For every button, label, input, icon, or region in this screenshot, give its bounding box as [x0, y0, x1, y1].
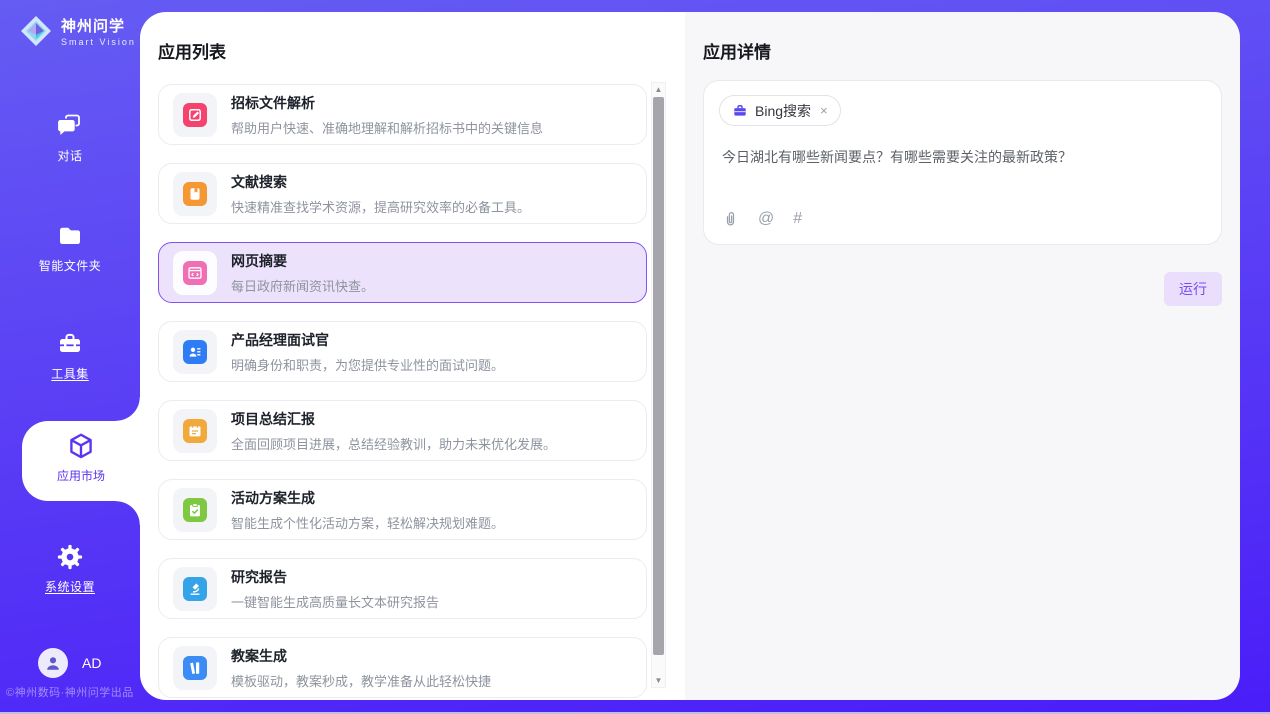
sidebar-item-app-market-selected[interactable]: 应用市场 — [22, 421, 140, 501]
app-list: 招标文件解析 帮助用户快速、准确地理解和解析招标书中的关键信息 文献搜索 快速精… — [158, 84, 647, 700]
brand-tagline: Smart Vision — [61, 37, 136, 47]
app-icon-tile — [173, 567, 217, 611]
chat-icon — [56, 112, 84, 140]
app-icon-tile — [173, 488, 217, 532]
prompt-card: Bing搜索 × 今日湖北有哪些新闻要点？有哪些需要关注的最新政策？ @ # — [703, 80, 1222, 245]
app-card-lesson-plan[interactable]: 教案生成 模板驱动，教案秒成，教学准备从此轻松快捷 — [158, 637, 647, 698]
mention-icon[interactable]: @ — [758, 210, 774, 228]
app-name: 活动方案生成 — [231, 488, 504, 508]
cube-icon — [66, 431, 96, 463]
tool-chip-bing-search[interactable]: Bing搜索 × — [719, 95, 841, 126]
scroll-down-icon[interactable]: ▼ — [652, 674, 665, 687]
app-desc: 每日政府新闻资讯快查。 — [231, 276, 374, 295]
prompt-input[interactable]: 今日湖北有哪些新闻要点？有哪些需要关注的最新政策？ — [722, 147, 1205, 167]
hash-icon[interactable]: # — [793, 210, 802, 228]
tool-chip-label: Bing搜索 — [755, 101, 811, 121]
books-icon — [183, 656, 207, 680]
run-button[interactable]: 运行 — [1164, 272, 1222, 306]
sidebar-item-label: 智能文件夹 — [39, 259, 102, 273]
app-icon-tile — [173, 409, 217, 453]
app-card-web-summary[interactable]: 网页摘要 每日政府新闻资讯快查。 — [158, 242, 647, 303]
app-detail-title: 应用详情 — [703, 38, 771, 63]
research-icon — [183, 577, 207, 601]
app-name: 招标文件解析 — [231, 93, 543, 113]
app-icon-tile — [173, 330, 217, 374]
report-note-icon — [183, 419, 207, 443]
app-name: 教案生成 — [231, 646, 491, 666]
app-icon-tile — [173, 172, 217, 216]
composer-toolbar: @ # — [722, 209, 802, 228]
app-desc: 明确身份和职责，为您提供专业性的面试问题。 — [231, 355, 504, 374]
chip-close-icon[interactable]: × — [820, 103, 828, 118]
sidebar-item-label: 工具集 — [51, 367, 89, 381]
sidebar-item-chat[interactable]: 对话 — [0, 112, 140, 165]
app-card-pm-interviewer[interactable]: 产品经理面试官 明确身份和职责，为您提供专业性的面试问题。 — [158, 321, 647, 382]
copyright-footer: ©神州数码·神州问学出品 — [6, 684, 134, 700]
folder-icon — [56, 222, 84, 250]
app-name: 网页摘要 — [231, 251, 374, 271]
tab-curve-bottom — [116, 501, 140, 525]
app-icon-tile — [173, 93, 217, 137]
main-content: 应用列表 招标文件解析 帮助用户快速、准确地理解和解析招标书中的关键信息 — [140, 12, 1240, 700]
sidebar-item-label: 对话 — [57, 149, 82, 163]
app-card-literature-search[interactable]: 文献搜索 快速精准查找学术资源，提高研究效率的必备工具。 — [158, 163, 647, 224]
app-card-bid-parsing[interactable]: 招标文件解析 帮助用户快速、准确地理解和解析招标书中的关键信息 — [158, 84, 647, 145]
sidebar-item-label: 应用市场 — [57, 469, 105, 483]
app-card-project-summary[interactable]: 项目总结汇报 全面回顾项目进展，总结经验教训，助力未来优化发展。 — [158, 400, 647, 461]
scrollbar-thumb[interactable] — [653, 97, 664, 655]
user-account[interactable]: AD — [38, 648, 101, 678]
app-desc: 一键智能生成高质量长文本研究报告 — [231, 592, 439, 611]
scroll-up-icon[interactable]: ▲ — [652, 83, 665, 96]
user-name: AD — [82, 655, 101, 671]
briefcase-icon — [732, 103, 748, 119]
brand-name: 神州问学 — [61, 15, 136, 36]
interviewer-icon — [183, 340, 207, 364]
app-icon-tile — [173, 646, 217, 690]
app-desc: 智能生成个性化活动方案，轻松解决规划难题。 — [231, 513, 504, 532]
sidebar-item-settings[interactable]: 系统设置 — [0, 543, 140, 596]
user-icon — [44, 654, 62, 672]
sidebar-item-label: 系统设置 — [45, 580, 95, 594]
app-card-research-report[interactable]: 研究报告 一键智能生成高质量长文本研究报告 — [158, 558, 647, 619]
app-detail-panel: 应用详情 Bing搜索 × 今日湖北有哪些新闻要点？有哪些需要关注的最新政策？ … — [685, 12, 1240, 700]
app-desc: 全面回顾项目进展，总结经验教训，助力未来优化发展。 — [231, 434, 556, 453]
diamond-logo-icon — [18, 13, 54, 49]
book-icon — [183, 182, 207, 206]
app-list-title: 应用列表 — [158, 38, 226, 63]
tab-curve-top — [116, 397, 140, 421]
browser-code-icon — [183, 261, 207, 285]
app-name: 项目总结汇报 — [231, 409, 556, 429]
sidebar-item-toolset[interactable]: 工具集 — [0, 330, 140, 383]
app-name: 研究报告 — [231, 567, 439, 587]
pen-document-icon — [183, 103, 207, 127]
app-name: 产品经理面试官 — [231, 330, 504, 350]
attachment-icon[interactable] — [722, 209, 739, 228]
brand-logo: 神州问学 Smart Vision — [18, 13, 136, 49]
clipboard-check-icon — [183, 498, 207, 522]
avatar — [38, 648, 68, 678]
app-desc: 快速精准查找学术资源，提高研究效率的必备工具。 — [231, 197, 530, 216]
app-card-event-plan[interactable]: 活动方案生成 智能生成个性化活动方案，轻松解决规划难题。 — [158, 479, 647, 540]
scrollbar[interactable]: ▲ ▼ — [651, 82, 666, 688]
app-list-panel: 应用列表 招标文件解析 帮助用户快速、准确地理解和解析招标书中的关键信息 — [140, 12, 685, 700]
app-icon-tile — [173, 251, 217, 295]
gear-icon — [56, 543, 84, 571]
app-desc: 帮助用户快速、准确地理解和解析招标书中的关键信息 — [231, 118, 543, 137]
app-desc: 模板驱动，教案秒成，教学准备从此轻松快捷 — [231, 671, 491, 690]
sidebar-item-smart-folder[interactable]: 智能文件夹 — [0, 222, 140, 275]
app-name: 文献搜索 — [231, 172, 530, 192]
sidebar: 神州问学 Smart Vision 对话 智能文件夹 工具集 — [0, 0, 140, 714]
toolbox-icon — [56, 330, 84, 358]
